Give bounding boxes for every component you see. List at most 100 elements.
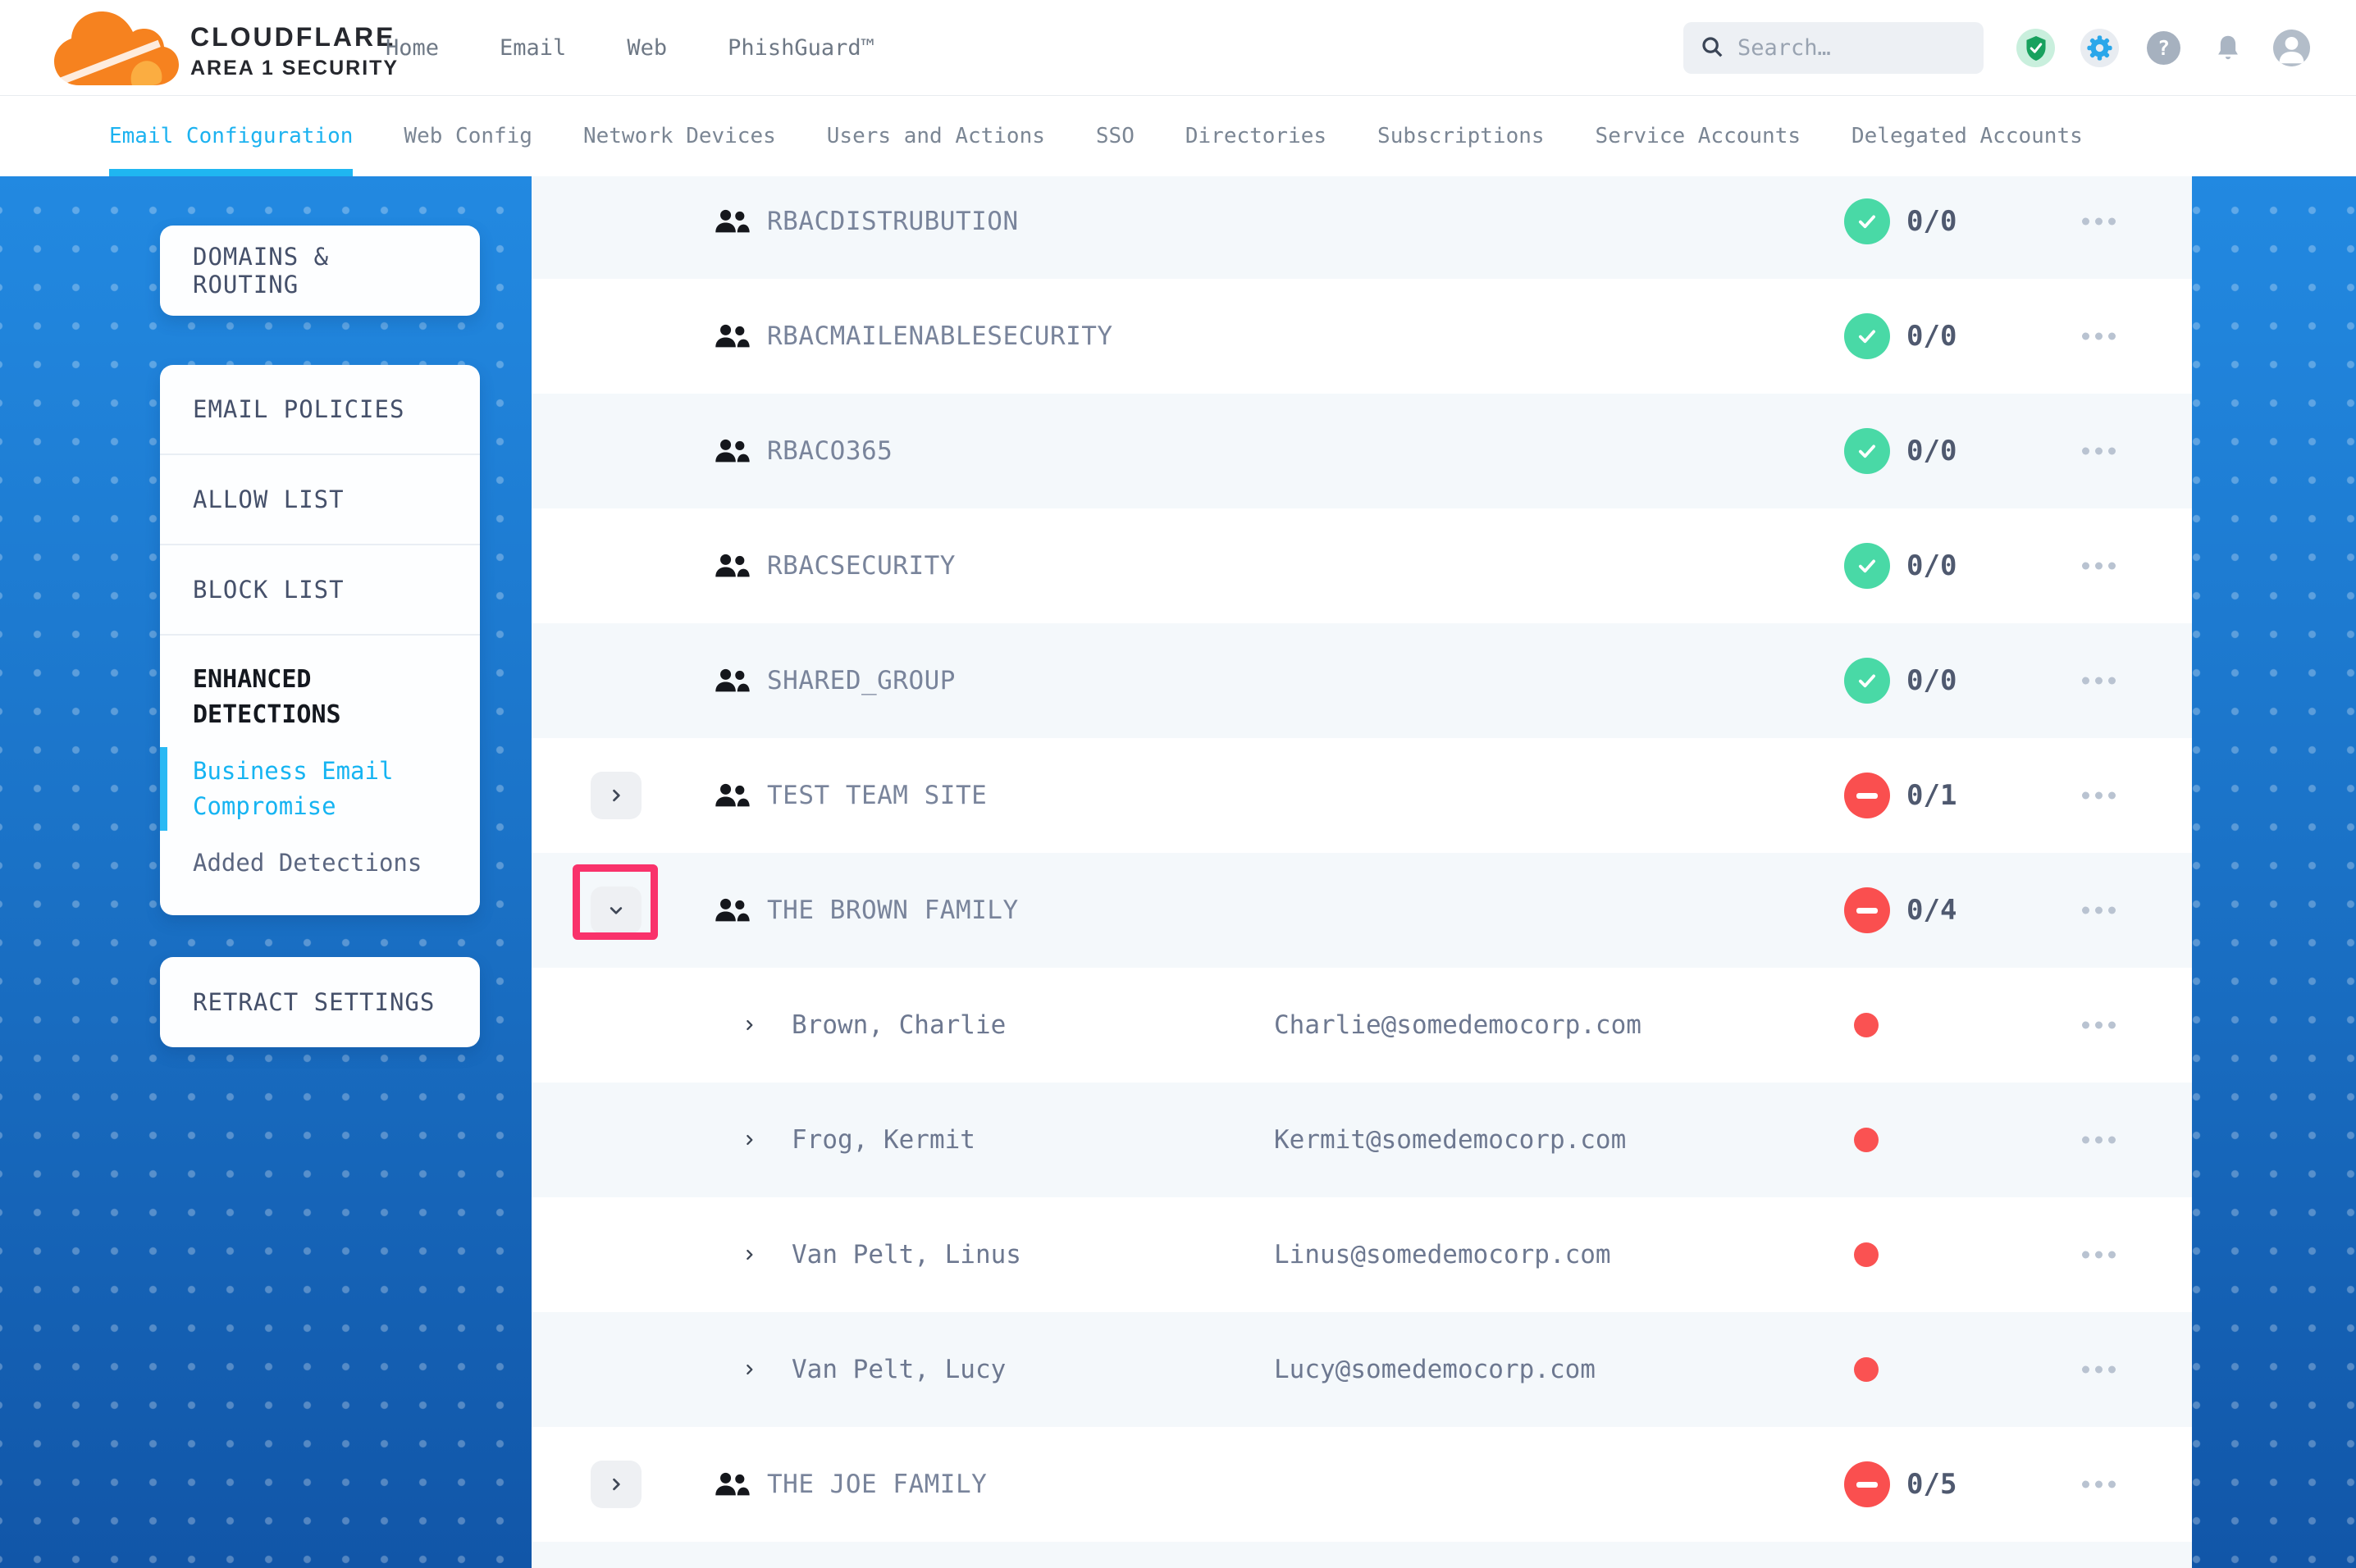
status-badge-pass-icon [1844, 198, 1890, 244]
table-row-member: Brown, Charlie Charlie@somedemocorp.com [532, 968, 2192, 1083]
row-count: 0/0 [1906, 435, 1956, 467]
sidebar-item-email-policies[interactable]: EMAIL POLICIES [160, 365, 480, 455]
group-name: SHARED_GROUP [767, 666, 956, 695]
expand-row-button[interactable] [591, 887, 642, 934]
sidebar-card-email-policies: EMAIL POLICIES ALLOW LIST BLOCK LIST ENH… [160, 365, 480, 915]
help-icon[interactable]: ? [2144, 29, 2183, 67]
sidebar-item-block-list[interactable]: BLOCK LIST [160, 545, 480, 636]
table-row-group: THE JOE FAMILY 0/5 [532, 1427, 2192, 1542]
table-row-member: Frog, Kermit Kermit@somedemocorp.com [532, 1083, 2192, 1197]
row-menu-ellipsis[interactable] [2079, 784, 2119, 808]
row-menu-ellipsis[interactable] [2079, 669, 2119, 693]
tab-email-configuration[interactable]: Email Configuration [109, 96, 353, 176]
shield-check-icon[interactable] [2016, 29, 2055, 67]
sidebar-item-allow-list[interactable]: ALLOW LIST [160, 455, 480, 545]
group-name: TEST TEAM SITE [767, 781, 987, 810]
expand-row-button[interactable] [591, 1461, 642, 1508]
group-icon [714, 668, 751, 694]
row-menu-ellipsis[interactable] [2079, 554, 2119, 578]
group-name: THE JOE FAMILY [767, 1470, 987, 1499]
table-row-group: SHARED_GROUP 0/0 [532, 623, 2192, 738]
search-input[interactable] [1737, 35, 1943, 61]
primary-nav: Home Email Web PhishGuard™ [386, 0, 874, 96]
row-count: 0/0 [1906, 664, 1956, 697]
status-badge-fail-icon [1844, 773, 1890, 818]
group-icon [714, 1471, 751, 1497]
row-count: 0/4 [1906, 894, 1956, 927]
row-menu-ellipsis[interactable] [2079, 1358, 2119, 1382]
sidebar-item-retract-settings[interactable]: RETRACT SETTINGS [160, 957, 480, 1047]
table-row-group: RBACO365 0/0 [532, 394, 2192, 508]
groups-table: RBACDISTRUBUTION0/0 RBACMAILENABLESECURI… [532, 176, 2192, 1568]
row-count: 0/5 [1906, 1468, 1956, 1501]
row-menu-ellipsis[interactable] [2079, 1473, 2119, 1497]
bell-icon[interactable] [2208, 29, 2247, 67]
expand-row-button[interactable] [591, 772, 642, 819]
sidebar-item-domains-routing[interactable]: DOMAINS & ROUTING [160, 226, 480, 316]
chevron-right-icon [608, 787, 624, 804]
sidebar-item-business-email-compromise[interactable]: Business Email Compromise [160, 754, 480, 824]
sidebar-card-domains-routing: DOMAINS & ROUTING [160, 226, 480, 316]
chevron-right-icon[interactable] [742, 1363, 756, 1377]
row-menu-ellipsis[interactable] [2079, 325, 2119, 349]
tab-subscriptions[interactable]: Subscriptions [1377, 96, 1545, 176]
minus-glyph [1856, 908, 1878, 914]
table-row-group: TEST TEAM SITE0/1 [532, 738, 2192, 853]
topnav-item-email[interactable]: Email [500, 35, 566, 61]
chevron-right-icon [608, 1476, 624, 1493]
tab-directories[interactable]: Directories [1185, 96, 1326, 176]
tab-web-config[interactable]: Web Config [404, 96, 532, 176]
topnav-item-phishguard-[interactable]: PhishGuard™ [728, 35, 874, 61]
status-badge-fail-icon [1844, 887, 1890, 933]
row-menu-ellipsis[interactable] [2079, 1243, 2119, 1267]
table-row-group: RBACMAILENABLESECURITY0/0 [532, 279, 2192, 394]
member-name: Brown, Charlie [792, 1010, 1006, 1040]
chevron-right-icon[interactable] [742, 1248, 756, 1262]
account-icon[interactable] [2272, 29, 2311, 67]
sidebar-item-added-detections[interactable]: Added Detections [160, 846, 480, 915]
gear-icon[interactable] [2080, 29, 2119, 67]
member-email: Kermit@somedemocorp.com [1274, 1125, 1626, 1155]
status-badge-pass-icon [1844, 543, 1890, 589]
tab-sso[interactable]: SSO [1096, 96, 1135, 176]
row-menu-ellipsis[interactable] [2079, 1014, 2119, 1037]
config-tabs: Email Configuration Web Config Network Dev… [0, 96, 2356, 176]
group-icon [714, 897, 751, 923]
tab-delegated-accounts[interactable]: Delegated Accounts [1851, 96, 2083, 176]
chevron-down-icon [608, 902, 624, 918]
row-menu-ellipsis[interactable] [2079, 899, 2119, 923]
status-badge-pass-icon [1844, 658, 1890, 704]
chevron-right-icon[interactable] [742, 1133, 756, 1147]
member-email: Charlie@somedemocorp.com [1274, 1010, 1641, 1040]
table-row-member: Van Pelt, LucyLucy@somedemocorp.com [532, 1312, 2192, 1427]
tab-users-and-actions[interactable]: Users and Actions [827, 96, 1045, 176]
topnav-item-web[interactable]: Web [627, 35, 667, 61]
tab-network-devices[interactable]: Network Devices [583, 96, 776, 176]
row-menu-ellipsis[interactable] [2079, 210, 2119, 234]
status-badge-fail-icon [1844, 1461, 1890, 1507]
table-row-group: RBACDISTRUBUTION0/0 [532, 176, 2192, 279]
group-icon [714, 438, 751, 464]
group-name: RBACO365 [767, 436, 893, 466]
minus-glyph [1856, 1482, 1878, 1488]
logo-subtitle: AREA 1 SECURITY [190, 57, 399, 80]
status-dot [1854, 1242, 1879, 1267]
search-box[interactable] [1683, 22, 1984, 74]
group-icon [714, 782, 751, 809]
group-name: THE BROWN FAMILY [767, 896, 1019, 925]
status-dot [1854, 1128, 1879, 1152]
chevron-right-icon[interactable] [742, 1019, 756, 1032]
logo-title: CLOUDFLARE [190, 22, 399, 52]
group-icon [714, 323, 751, 349]
tab-service-accounts[interactable]: Service Accounts [1596, 96, 1801, 176]
status-dot [1854, 1013, 1879, 1037]
topnav-item-home[interactable]: Home [386, 35, 439, 61]
member-name: Van Pelt, Lucy [792, 1355, 1006, 1384]
row-count: 0/0 [1906, 320, 1956, 353]
row-menu-ellipsis[interactable] [2079, 440, 2119, 463]
member-name: Van Pelt, Linus [792, 1240, 1021, 1269]
table-row-group: RBACSECURITY0/0 [532, 508, 2192, 623]
member-name: Frog, Kermit [792, 1125, 975, 1155]
row-menu-ellipsis[interactable] [2079, 1128, 2119, 1152]
group-icon [714, 553, 751, 579]
